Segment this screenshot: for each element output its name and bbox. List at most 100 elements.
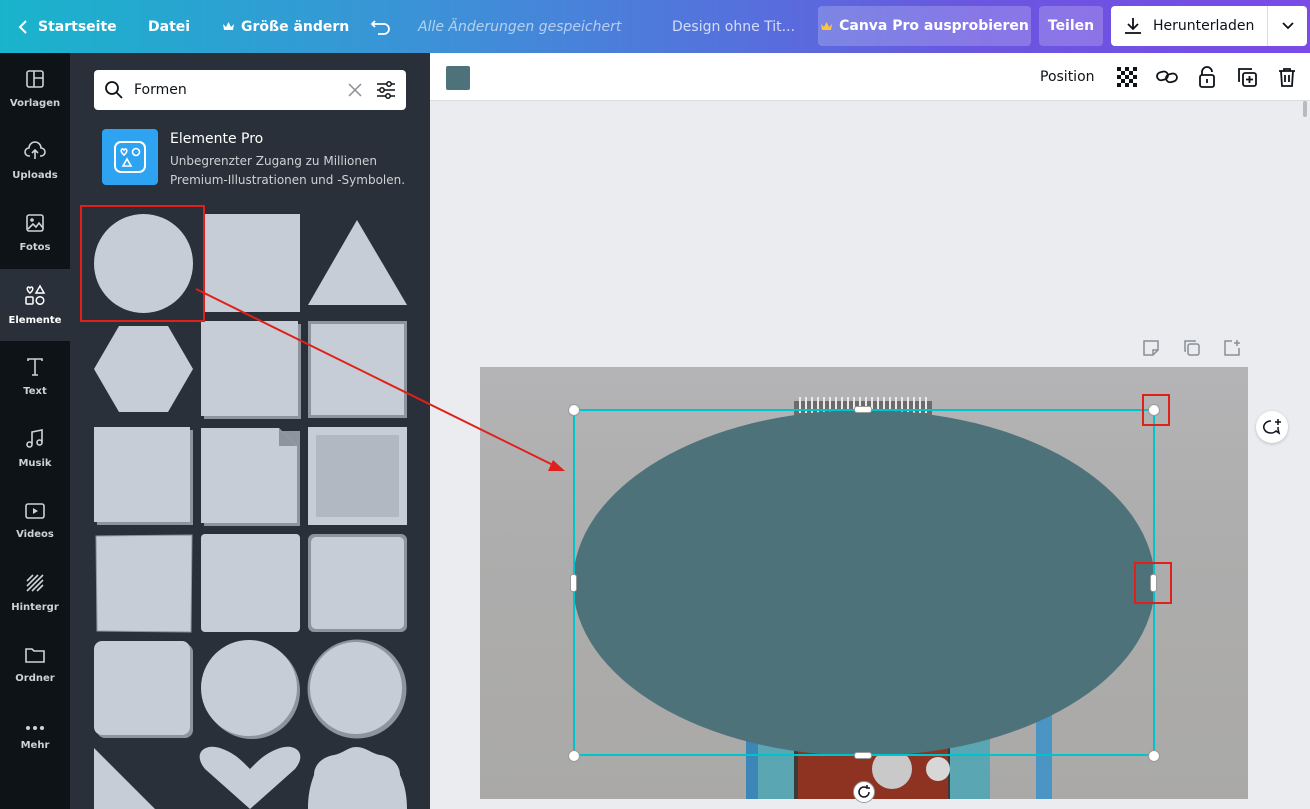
lock-icon[interactable] <box>1195 65 1219 89</box>
rail-item-photos[interactable]: Fotos <box>0 197 70 269</box>
chevron-left-icon <box>18 19 28 35</box>
save-status: Alle Änderungen gespeichert <box>418 18 622 35</box>
download-button[interactable]: Herunterladen <box>1111 6 1268 46</box>
resize-handle-left[interactable] <box>570 574 577 592</box>
note-icon[interactable] <box>1142 339 1160 361</box>
shape-circle-shadow[interactable] <box>201 640 300 739</box>
folder-icon <box>25 646 45 667</box>
rail-label: Hintergr <box>11 602 59 613</box>
try-pro-label: Canva Pro ausprobieren <box>839 18 1029 34</box>
resize-handle-top[interactable] <box>854 406 872 413</box>
editor-toolbar: Position <box>430 53 1310 101</box>
rail-item-music[interactable]: Musik <box>0 413 70 485</box>
chevron-down-icon <box>1281 22 1294 30</box>
layout-icon <box>25 69 45 92</box>
trash-icon[interactable] <box>1275 65 1299 89</box>
rail-item-elements[interactable]: Elemente <box>0 269 70 341</box>
rail-label: Musik <box>18 458 52 469</box>
undo-icon <box>370 19 392 35</box>
file-label: Datei <box>148 18 191 35</box>
share-label: Teilen <box>1047 18 1095 34</box>
annotation-box-circle <box>80 205 205 322</box>
shape-folded-square[interactable] <box>201 428 300 526</box>
copy-page-icon[interactable] <box>1183 339 1201 361</box>
music-icon <box>25 429 45 452</box>
rotate-icon <box>857 785 871 799</box>
home-label: Startseite <box>38 18 117 35</box>
rail-label: Mehr <box>20 740 50 751</box>
shape-hexagon[interactable] <box>94 326 193 412</box>
resize-handle-bottom-left[interactable] <box>568 750 580 762</box>
position-button[interactable]: Position <box>1040 53 1095 101</box>
image-icon <box>25 213 45 236</box>
rail-label: Elemente <box>8 315 62 326</box>
download-label: Herunterladen <box>1153 18 1255 34</box>
resize-handle-bottom-right[interactable] <box>1148 750 1160 762</box>
shape-square[interactable] <box>203 214 300 312</box>
shape-rounded-square-outlined[interactable] <box>308 534 407 632</box>
file-menu[interactable]: Datei <box>148 0 190 53</box>
text-icon <box>25 357 45 380</box>
link-icon[interactable] <box>1155 65 1179 89</box>
shape-heart[interactable] <box>199 746 301 809</box>
rail-item-folders[interactable]: Ordner <box>0 629 70 701</box>
shape-grid <box>94 214 407 809</box>
elements-panel: Elemente Pro Unbegrenzter Zugang zu Mill… <box>70 53 430 809</box>
download-options-button[interactable] <box>1268 6 1307 46</box>
resize-label: Größe ändern <box>241 18 350 35</box>
selection-frame <box>573 409 1155 756</box>
shape-square-framed[interactable] <box>308 427 407 525</box>
rail-item-text[interactable]: Text <box>0 341 70 413</box>
cloud-upload-icon <box>24 141 46 164</box>
rail-label: Text <box>23 386 47 397</box>
annotation-box-corner <box>1142 394 1170 426</box>
transparency-icon[interactable] <box>1115 65 1139 89</box>
annotation-box-side <box>1134 562 1172 604</box>
background-icon <box>25 573 45 596</box>
add-page-icon[interactable] <box>1223 339 1241 361</box>
shape-rounded-square-shadow[interactable] <box>94 641 193 738</box>
shape-rough-square[interactable] <box>95 534 193 633</box>
rail-label: Videos <box>16 529 54 540</box>
shape-rounded-square[interactable] <box>201 534 300 632</box>
resize-button[interactable]: Größe ändern <box>222 0 349 53</box>
rail-item-uploads[interactable]: Uploads <box>0 125 70 197</box>
rail-label: Vorlagen <box>9 98 61 109</box>
side-rail: Vorlagen Uploads Fotos Elemente Text Mus… <box>0 53 70 809</box>
top-bar: Startseite Datei Größe ändern Alle Änder… <box>0 0 1310 53</box>
video-icon <box>25 502 45 523</box>
shape-square-stacked[interactable] <box>94 427 193 525</box>
duplicate-icon[interactable] <box>1235 65 1259 89</box>
rail-item-more[interactable]: Mehr <box>0 701 70 773</box>
download-button-group: Herunterladen <box>1111 6 1307 46</box>
resize-handle-top-left[interactable] <box>568 404 580 416</box>
undo-button[interactable] <box>370 0 392 53</box>
add-comment-button[interactable] <box>1256 411 1288 443</box>
more-icon <box>25 723 45 734</box>
shape-badge[interactable] <box>308 747 407 809</box>
home-button[interactable]: Startseite <box>18 0 117 53</box>
shape-square-shadow[interactable] <box>201 321 301 419</box>
comment-icon <box>1262 418 1282 436</box>
shape-triangle[interactable] <box>308 220 407 305</box>
rail-label: Ordner <box>15 673 55 684</box>
crown-icon <box>222 21 235 32</box>
rail-item-videos[interactable]: Videos <box>0 485 70 557</box>
rail-item-templates[interactable]: Vorlagen <box>0 53 70 125</box>
shape-right-triangle[interactable] <box>94 748 155 809</box>
fill-color-swatch[interactable] <box>446 66 470 90</box>
try-pro-button[interactable]: Canva Pro ausprobieren <box>818 6 1031 46</box>
shape-square-outlined[interactable] <box>308 321 407 418</box>
vertical-scrollbar[interactable] <box>1303 101 1307 117</box>
rail-label: Fotos <box>19 242 51 253</box>
crown-icon <box>820 21 833 32</box>
rail-item-background[interactable]: Hintergr <box>0 557 70 629</box>
share-button[interactable]: Teilen <box>1039 6 1103 46</box>
rotate-handle[interactable] <box>853 781 875 803</box>
download-icon <box>1123 16 1143 36</box>
design-title[interactable]: Design ohne Tit... <box>672 0 795 53</box>
shape-circle-outlined[interactable] <box>307 639 407 739</box>
resize-handle-bottom[interactable] <box>854 752 872 759</box>
shapes-icon <box>24 284 46 309</box>
rail-label: Uploads <box>12 170 58 181</box>
